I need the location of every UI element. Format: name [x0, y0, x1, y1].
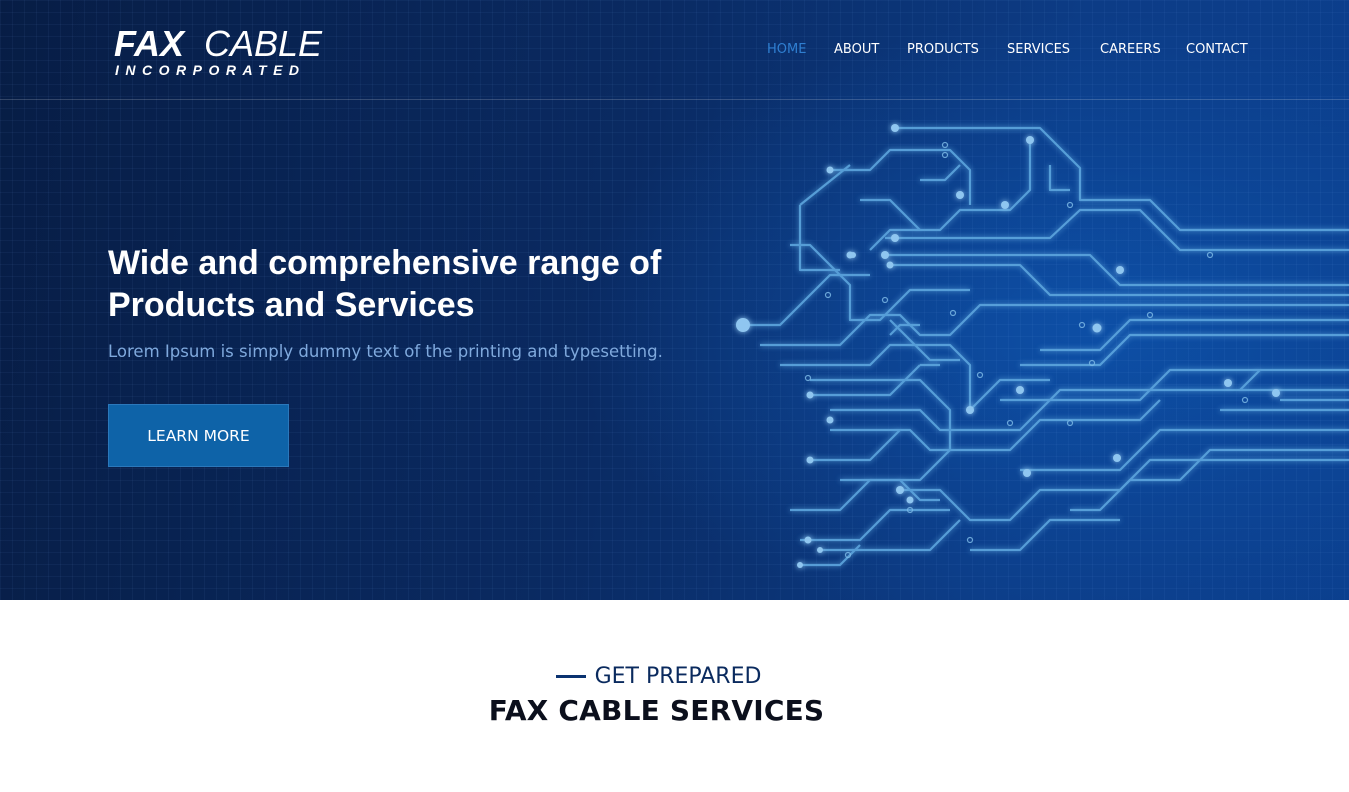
section-eyebrow: GET PREPARED: [0, 662, 1349, 690]
site-header: FAX CABLE INCORPORATED HOME ABOUT PRODUC…: [0, 0, 1349, 100]
hero-title-line1: Wide and comprehensive range of: [108, 244, 662, 282]
hero-subtitle: Lorem Ipsum is simply dummy text of the …: [108, 342, 663, 361]
logo-text-incorporated: INCORPORATED: [115, 62, 306, 78]
main-nav: HOME ABOUT PRODUCTS SERVICES CAREERS CON…: [0, 42, 1349, 60]
nav-contact[interactable]: CONTACT: [1186, 42, 1248, 57]
nav-about[interactable]: ABOUT: [834, 42, 879, 57]
learn-more-button[interactable]: LEARN MORE: [108, 404, 289, 467]
nav-careers[interactable]: CAREERS: [1100, 42, 1161, 57]
eyebrow-dash: [555, 674, 586, 678]
nav-products[interactable]: PRODUCTS: [907, 42, 979, 57]
eyebrow-text: GET PREPARED: [594, 663, 762, 689]
hero-title: Wide and comprehensive range of Products…: [108, 242, 728, 326]
section-title: FAX CABLE SERVICES: [488, 694, 825, 727]
nav-home[interactable]: HOME: [767, 42, 806, 57]
circuit-board-icon: [736, 124, 1349, 568]
hero-title-line2: Products and Services: [108, 286, 475, 324]
nav-services[interactable]: SERVICES: [1007, 42, 1070, 57]
